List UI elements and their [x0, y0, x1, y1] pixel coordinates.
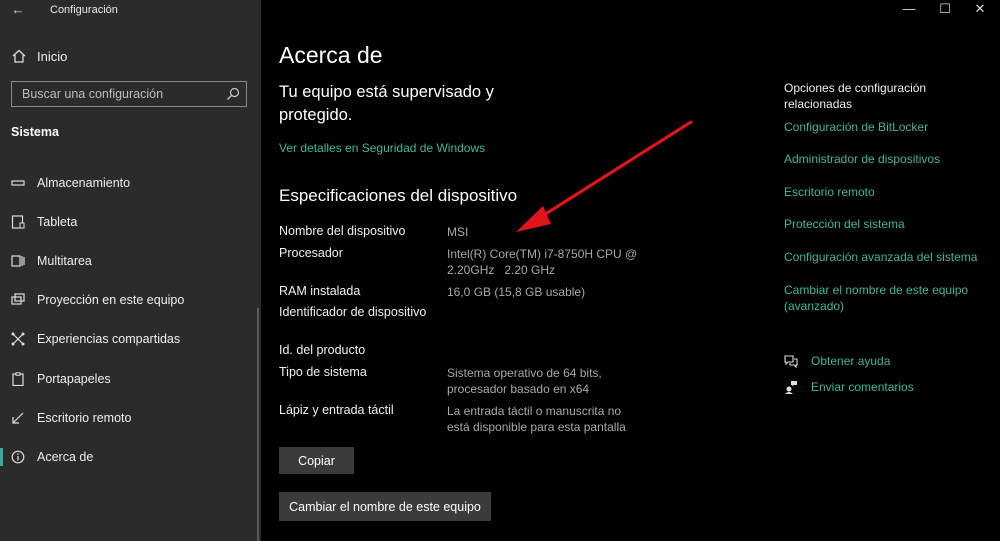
spec-label: Identificador de dispositivo: [279, 305, 427, 319]
spec-value: La entrada táctil o manuscrita no está d…: [447, 404, 626, 434]
tablet-icon: [11, 215, 25, 229]
sidebar-item-label: Multitarea: [37, 254, 92, 268]
rename-pc-button[interactable]: Cambiar el nombre de este equipo: [279, 492, 491, 521]
sidebar-item-multitarea[interactable]: Multitarea: [0, 246, 261, 276]
page-title: Acerca de: [279, 42, 383, 68]
section-title: Sistema: [11, 125, 59, 139]
bitlocker-link[interactable]: Configuración de BitLocker: [784, 119, 989, 135]
sidebar-scrollbar[interactable]: [257, 308, 259, 541]
maximize-icon: ☐: [939, 1, 951, 16]
protection-status: Tu equipo está supervisado y protegido.: [279, 83, 494, 124]
info-icon: [11, 450, 25, 464]
related-settings-heading: Opciones de configuración relacionadas: [784, 81, 927, 111]
search-box[interactable]: [11, 81, 247, 107]
app-title: Configuración: [50, 4, 118, 16]
feedback-icon: [785, 381, 797, 394]
sidebar-item-label: Escritorio remoto: [37, 411, 132, 425]
spec-label: Id. del producto: [279, 343, 366, 357]
minimize-button[interactable]: —: [891, 0, 927, 20]
close-button[interactable]: ✕: [962, 0, 998, 20]
rename-pc-advanced-link[interactable]: Cambiar el nombre de este equipo (avanza…: [784, 282, 984, 314]
sidebar-item-almacenamiento[interactable]: Almacenamiento: [0, 168, 261, 198]
search-icon[interactable]: [226, 87, 240, 101]
spec-value: MSI: [447, 225, 469, 239]
sidebar-item-home[interactable]: Inicio: [0, 44, 261, 68]
sidebar-item-experiencias[interactable]: Experiencias compartidas: [0, 324, 261, 354]
sidebar-item-label: Tableta: [37, 215, 78, 229]
sidebar-item-label: Portapapeles: [37, 372, 111, 386]
sidebar-item-tableta[interactable]: Tableta: [0, 207, 261, 237]
sidebar-item-label: Inicio: [37, 49, 68, 64]
advanced-system-settings-link[interactable]: Configuración avanzada del sistema: [784, 249, 989, 265]
main-content: — ☐ ✕ Acerca de Tu equipo está supervisa…: [261, 0, 1000, 541]
system-protection-link[interactable]: Protección del sistema: [784, 216, 989, 232]
sidebar: ← Configuración Inicio Sistema Almacenam…: [0, 0, 261, 541]
home-icon: [12, 49, 26, 63]
spec-value: Sistema operativo de 64 bits, procesador…: [447, 366, 602, 396]
sidebar-item-label: Almacenamiento: [37, 176, 131, 190]
spec-value: 16,0 GB (15,8 GB usable): [447, 285, 586, 299]
minimize-icon: —: [902, 1, 916, 16]
spec-label: Nombre del dispositivo: [279, 224, 406, 238]
sidebar-item-proyeccion[interactable]: Proyección en este equipo: [0, 285, 261, 315]
copy-button[interactable]: Copiar: [279, 447, 354, 474]
multitask-icon: [11, 255, 25, 267]
title-bar: ← Configuración: [0, 0, 261, 20]
close-icon: ✕: [974, 1, 986, 16]
search-input[interactable]: [12, 82, 217, 106]
arrow-left-icon: ←: [11, 2, 25, 17]
sidebar-item-escritorio-remoto[interactable]: Escritorio remoto: [0, 403, 261, 433]
back-button[interactable]: ←: [8, 2, 28, 18]
get-help-label: Obtener ayuda: [811, 354, 891, 368]
sidebar-item-label: Experiencias compartidas: [37, 332, 181, 346]
clipboard-icon: [12, 372, 24, 386]
shared-experiences-icon: [11, 332, 25, 346]
sidebar-item-label: Acerca de: [37, 450, 94, 464]
spec-value: Intel(R) Core(TM) i7-8750H CPU @ 2.20GHz…: [447, 247, 641, 277]
spec-label: RAM instalada: [279, 284, 361, 298]
projection-icon: [11, 293, 25, 305]
security-details-link[interactable]: Ver detalles en Seguridad de Windows: [279, 141, 485, 155]
spec-label: Procesador: [279, 246, 343, 260]
send-feedback-label: Enviar comentarios: [811, 380, 914, 394]
spec-label: Tipo de sistema: [279, 365, 367, 379]
device-manager-link[interactable]: Administrador de dispositivos: [784, 151, 989, 167]
sidebar-item-acerca-de[interactable]: Acerca de: [0, 442, 261, 472]
spec-label: Lápiz y entrada táctil: [279, 403, 394, 417]
maximize-button[interactable]: ☐: [927, 0, 963, 20]
sidebar-item-label: Proyección en este equipo: [37, 293, 185, 307]
remote-desktop-link[interactable]: Escritorio remoto: [784, 184, 989, 200]
remote-desktop-icon: [12, 412, 24, 424]
storage-icon: [11, 180, 25, 186]
sidebar-item-portapapeles[interactable]: Portapapeles: [0, 364, 261, 394]
help-chat-icon: [784, 355, 798, 368]
specs-heading: Especificaciones del dispositivo: [279, 186, 518, 205]
